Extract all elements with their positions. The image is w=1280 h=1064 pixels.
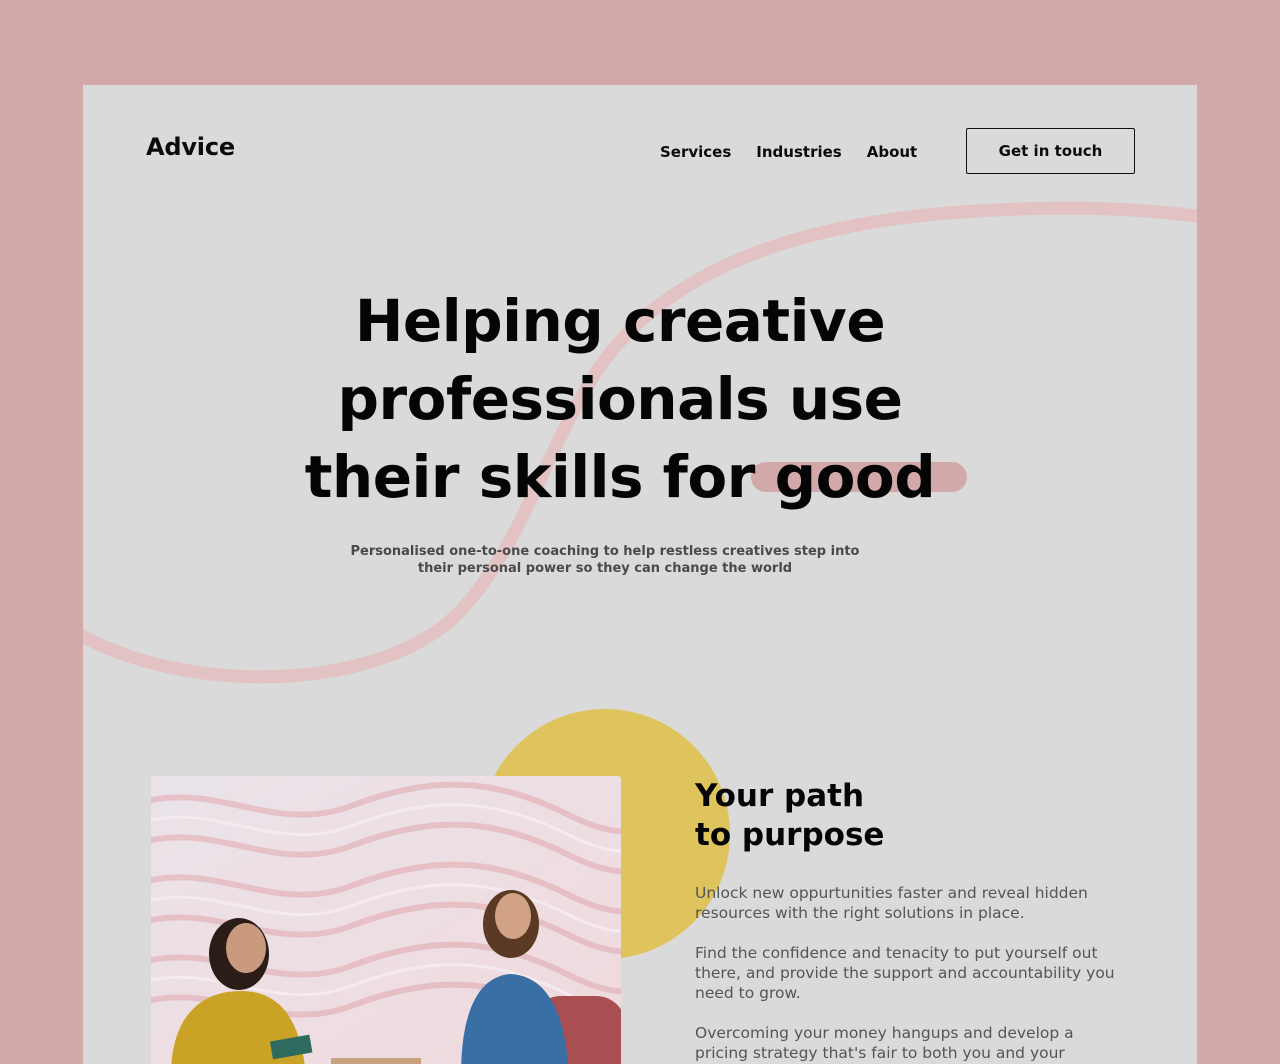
section-body: Unlock new oppurtunities faster and reve… <box>695 883 1125 1064</box>
section-title-line2: to purpose <box>695 817 885 853</box>
main-nav: Services Industries About <box>660 143 917 161</box>
nav-industries[interactable]: Industries <box>756 143 841 161</box>
section-paragraph: Overcoming your money hangups and develo… <box>695 1024 1074 1062</box>
get-in-touch-button[interactable]: Get in touch <box>966 128 1135 174</box>
hero-title-highlight: good <box>774 443 936 511</box>
photo-illustration <box>151 776 621 1064</box>
logo[interactable]: Advice <box>146 133 235 161</box>
section-title-line1: Your path <box>695 778 865 814</box>
section-paragraph: Unlock new oppurtunities faster and reve… <box>695 884 1088 922</box>
nav-about[interactable]: About <box>867 143 918 161</box>
hero-subtitle: Personalised one-to-one coaching to help… <box>350 544 860 576</box>
hero-title: Helping creative professionals use their… <box>260 282 980 516</box>
section-title: Your path to purpose <box>695 777 884 855</box>
page-card: Advice Services Industries About Get in … <box>83 85 1197 1064</box>
section-paragraph: Find the confidence and tenacity to put … <box>695 944 1115 1002</box>
nav-services[interactable]: Services <box>660 143 731 161</box>
coaching-photo <box>151 776 621 1064</box>
